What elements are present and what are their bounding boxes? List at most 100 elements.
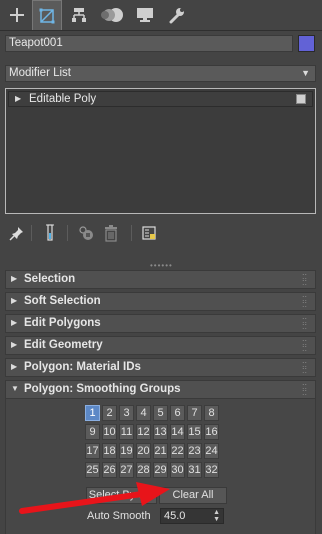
smoothing-group-button-27[interactable]: 27	[119, 462, 134, 478]
pin-stack-icon	[9, 227, 23, 241]
smoothing-group-button-20[interactable]: 20	[136, 443, 151, 459]
expand-triangle-icon: ▶	[11, 340, 18, 349]
rollout-soft-selection[interactable]: ▶ Soft Selection ::::	[5, 292, 316, 311]
smoothing-group-button-32[interactable]: 32	[204, 462, 219, 478]
drag-grip-icon[interactable]: ::::	[302, 360, 307, 375]
stack-item-label: Editable Poly	[29, 93, 97, 105]
drag-grip-icon[interactable]: ::::	[302, 294, 307, 309]
modify-tab[interactable]	[32, 0, 62, 31]
modifier-stack[interactable]: ▶ Editable Poly	[5, 88, 316, 214]
smoothing-group-button-14[interactable]: 14	[170, 424, 185, 440]
smoothing-group-button-1[interactable]: 1	[85, 405, 100, 421]
select-by-sg-button[interactable]: Select By SG	[86, 487, 157, 504]
panel-splitter[interactable]: ••••••	[150, 261, 173, 270]
toolbar-separator	[131, 225, 132, 241]
modifier-list-dropdown[interactable]: Modifier List ▼	[5, 65, 316, 82]
wrench-icon	[169, 8, 184, 24]
smoothing-group-button-31[interactable]: 31	[187, 462, 202, 478]
expand-triangle-icon[interactable]: ▶	[15, 94, 21, 103]
remove-modifier-icon	[105, 225, 117, 242]
utilities-tab[interactable]	[162, 0, 192, 30]
smoothing-group-button-23[interactable]: 23	[187, 443, 202, 459]
modify-icon	[39, 8, 55, 23]
smoothing-group-button-11[interactable]: 11	[119, 424, 134, 440]
rollout-edit-geometry[interactable]: ▶ Edit Geometry ::::	[5, 336, 316, 355]
configure-modifier-sets-icon	[142, 226, 156, 240]
smoothing-group-button-13[interactable]: 13	[153, 424, 168, 440]
hierarchy-tab[interactable]	[64, 0, 94, 30]
smoothing-group-button-28[interactable]: 28	[136, 462, 151, 478]
auto-smooth-value[interactable]: 45.0	[164, 510, 185, 522]
modifier-list-label: Modifier List	[9, 67, 71, 79]
auto-smooth-label: Auto Smooth	[87, 510, 151, 522]
smoothing-group-button-10[interactable]: 10	[102, 424, 117, 440]
show-end-result-icon	[46, 224, 54, 241]
collapse-triangle-icon: ▼	[11, 384, 19, 393]
smoothing-group-button-25[interactable]: 25	[85, 462, 100, 478]
toolbar-separator	[67, 225, 68, 241]
rollout-title: Edit Polygons	[24, 317, 101, 329]
smoothing-group-button-8[interactable]: 8	[204, 405, 219, 421]
object-name-field[interactable]: Teapot001	[5, 35, 293, 52]
make-unique-icon	[79, 226, 93, 240]
stack-toolbar	[5, 222, 315, 244]
configure-modifier-sets-button[interactable]	[140, 222, 158, 244]
toolbar-separator	[31, 225, 32, 241]
drag-grip-icon[interactable]: ::::	[302, 272, 307, 287]
object-color-swatch[interactable]	[298, 35, 315, 52]
smoothing-group-button-19[interactable]: 19	[119, 443, 134, 459]
rollout-smoothing-groups[interactable]: ▼ Polygon: Smoothing Groups ::::	[5, 380, 316, 399]
smoothing-group-button-2[interactable]: 2	[102, 405, 117, 421]
rollout-title: Polygon: Material IDs	[24, 361, 141, 373]
smoothing-group-button-24[interactable]: 24	[204, 443, 219, 459]
rollout-material-ids[interactable]: ▶ Polygon: Material IDs ::::	[5, 358, 316, 377]
expand-triangle-icon: ▶	[11, 318, 18, 327]
pin-stack-button[interactable]	[8, 222, 26, 244]
modifier-toggle-icon[interactable]	[296, 94, 306, 104]
expand-triangle-icon: ▶	[11, 296, 18, 305]
remove-modifier-button[interactable]	[102, 222, 120, 244]
smoothing-group-button-3[interactable]: 3	[119, 405, 134, 421]
rollout-selection[interactable]: ▶ Selection ::::	[5, 270, 316, 289]
smoothing-group-button-4[interactable]: 4	[136, 405, 151, 421]
plus-icon	[10, 8, 24, 22]
make-unique-button[interactable]	[77, 222, 95, 244]
smoothing-group-button-26[interactable]: 26	[102, 462, 117, 478]
smoothing-group-button-15[interactable]: 15	[187, 424, 202, 440]
smoothing-group-button-9[interactable]: 9	[85, 424, 100, 440]
drag-grip-icon[interactable]: ::::	[302, 382, 307, 397]
show-end-result-button[interactable]	[41, 222, 59, 244]
display-icon	[137, 8, 153, 22]
smoothing-group-button-18[interactable]: 18	[102, 443, 117, 459]
stack-item-editable-poly[interactable]: ▶ Editable Poly	[8, 91, 313, 107]
drag-grip-icon[interactable]: ::::	[302, 316, 307, 331]
rollout-title: Soft Selection	[24, 295, 101, 307]
smoothing-group-button-12[interactable]: 12	[136, 424, 151, 440]
expand-triangle-icon: ▶	[11, 274, 18, 283]
auto-smooth-spinner[interactable]: 45.0 ▲ ▼	[160, 508, 224, 524]
smoothing-group-button-30[interactable]: 30	[170, 462, 185, 478]
smoothing-group-button-7[interactable]: 7	[187, 405, 202, 421]
rollout-edit-polygons[interactable]: ▶ Edit Polygons ::::	[5, 314, 316, 333]
create-tab[interactable]	[2, 0, 32, 30]
smoothing-group-button-17[interactable]: 17	[85, 443, 100, 459]
display-tab[interactable]	[130, 0, 160, 30]
clear-all-button[interactable]: Clear All	[159, 487, 227, 504]
smoothing-group-button-29[interactable]: 29	[153, 462, 168, 478]
drag-grip-icon[interactable]: ::::	[302, 338, 307, 353]
rollout-title: Edit Geometry	[24, 339, 103, 351]
smoothing-group-button-16[interactable]: 16	[204, 424, 219, 440]
spinner-arrows-icon[interactable]: ▲ ▼	[213, 509, 220, 523]
smoothing-group-button-22[interactable]: 22	[170, 443, 185, 459]
rollout-title: Polygon: Smoothing Groups	[24, 383, 181, 395]
smoothing-group-button-5[interactable]: 5	[153, 405, 168, 421]
motion-tab[interactable]	[98, 0, 128, 30]
smoothing-group-button-6[interactable]: 6	[170, 405, 185, 421]
hierarchy-icon	[72, 8, 86, 22]
smoothing-group-button-21[interactable]: 21	[153, 443, 168, 459]
motion-icon	[101, 8, 123, 22]
command-panel-tabs	[0, 0, 322, 31]
chevron-down-icon: ▼	[301, 68, 310, 78]
tabbar-divider	[0, 30, 322, 31]
expand-triangle-icon: ▶	[11, 362, 18, 371]
